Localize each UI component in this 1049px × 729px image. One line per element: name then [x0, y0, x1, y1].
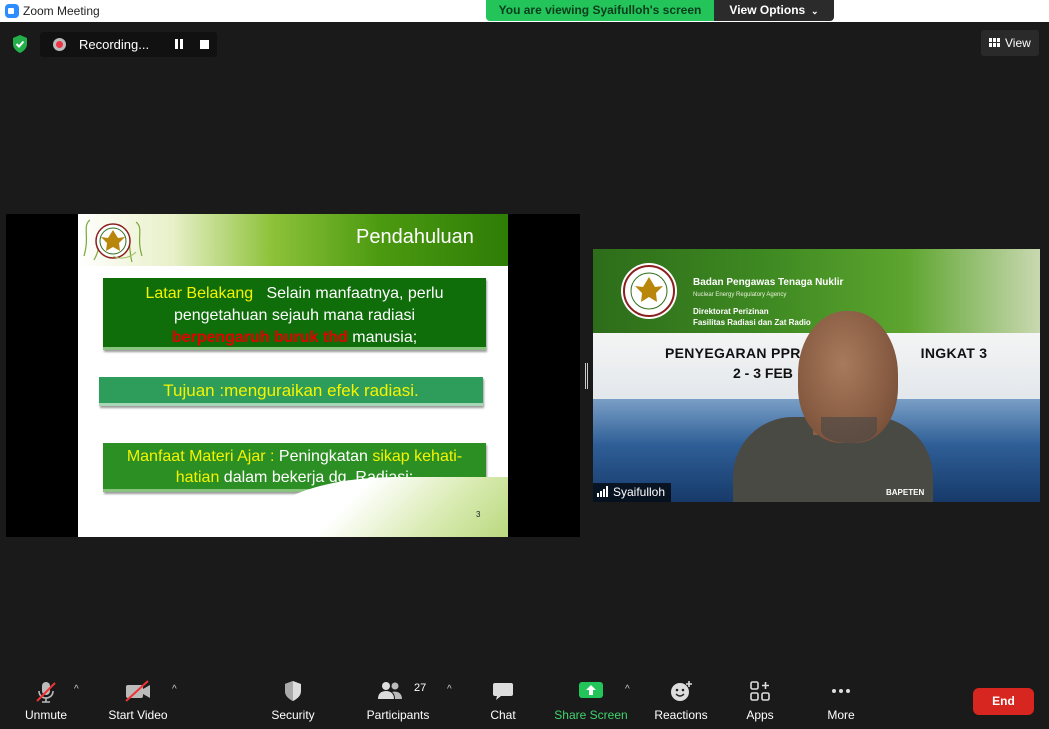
share-screen-label: Share Screen	[554, 708, 628, 722]
participant-video-tile[interactable]: Badan Pengawas Tenaga Nuklir Nuclear Ene…	[593, 249, 1040, 502]
reactions-button[interactable]: Reactions	[652, 670, 710, 729]
shirt-patch: BAPETEN	[886, 488, 925, 497]
manfaat-highlight-1: sikap kehati-	[372, 448, 463, 465]
stop-recording-icon[interactable]	[200, 40, 209, 49]
participants-label: Participants	[366, 708, 430, 722]
view-layout-button[interactable]: View	[981, 30, 1039, 56]
participants-button[interactable]: 27 Participants	[364, 670, 432, 729]
zoom-app-icon	[5, 4, 19, 18]
manfaat-label: Manfaat Materi Ajar	[126, 448, 266, 465]
security-shield-icon[interactable]	[11, 34, 29, 54]
chat-bubble-icon	[493, 683, 513, 700]
signal-strength-icon	[597, 486, 611, 497]
reactions-label: Reactions	[654, 708, 708, 722]
participants-icon	[378, 682, 402, 699]
share-screen-button[interactable]: Share Screen	[553, 670, 629, 729]
participants-options-caret-icon[interactable]: ^	[447, 684, 452, 695]
viewing-screen-banner: You are viewing Syaifulloh's screen	[486, 0, 714, 21]
presentation-slide: Pendahuluan Latar Belakang Selain manfaa…	[78, 214, 508, 537]
participant-beard	[821, 417, 877, 443]
bapeten-logo	[83, 219, 143, 263]
banner-org-name: Badan Pengawas Tenaga Nuklir	[693, 277, 844, 288]
security-button[interactable]: Security	[266, 670, 320, 729]
unmute-button[interactable]: Unmute	[18, 670, 74, 729]
reactions-smiley-icon	[671, 681, 692, 701]
slide-title: Pendahuluan	[356, 226, 474, 248]
unmute-label: Unmute	[24, 708, 68, 722]
end-meeting-button[interactable]: End	[973, 688, 1034, 715]
mic-muted-icon	[36, 682, 56, 703]
bapeten-emblem	[621, 263, 677, 319]
apps-button[interactable]: Apps	[740, 670, 780, 729]
banner-directorate: Direktorat Perizinan	[693, 307, 769, 316]
recording-dot-icon	[53, 38, 66, 51]
manfaat-highlight-2: hatian	[175, 469, 220, 486]
video-options-caret-icon[interactable]: ^	[172, 684, 177, 695]
view-options-button[interactable]: View Options ⌄	[714, 0, 834, 21]
apps-label: Apps	[746, 708, 774, 722]
chat-button[interactable]: Chat	[484, 670, 522, 729]
window-title: Zoom Meeting	[23, 4, 100, 18]
view-options-label: View Options	[729, 3, 806, 17]
security-shield-icon	[285, 681, 301, 701]
manfaat-separator: :	[270, 448, 275, 465]
banner-org-english: Nuclear Energy Regulatory Agency	[693, 292, 787, 298]
grid-view-icon	[989, 38, 1000, 47]
tujuan-text: menguraikan efek radiasi.	[224, 381, 419, 400]
manfaat-text: Peningkatan	[278, 448, 368, 465]
security-label: Security	[271, 708, 315, 722]
latar-belakang-box: Latar Belakang Selain manfaatnya, perlu …	[103, 278, 486, 350]
share-options-caret-icon[interactable]: ^	[625, 684, 630, 695]
share-screen-icon	[579, 682, 603, 698]
participants-count: 27	[414, 682, 427, 694]
audio-options-caret-icon[interactable]: ^	[74, 684, 79, 695]
chevron-down-icon: ⌄	[808, 6, 819, 16]
meeting-stage: Recording... View Pendahuluan Latar Bela…	[0, 22, 1049, 729]
video-off-icon	[125, 680, 150, 702]
latar-belakang-highlight: berpengaruh buruk thd	[171, 329, 348, 346]
recording-label: Recording...	[79, 37, 150, 52]
apps-icon	[750, 681, 770, 701]
tujuan-box: Tujuan :menguraikan efek radiasi.	[99, 377, 483, 406]
pause-recording-icon[interactable]	[174, 39, 184, 49]
meeting-toolbar: Unmute ^ Start Video ^ Security 27 Parti…	[0, 670, 1049, 729]
shared-screen[interactable]: Pendahuluan Latar Belakang Selain manfaa…	[6, 214, 580, 537]
start-video-label: Start Video	[108, 708, 168, 722]
more-label: More	[827, 708, 855, 722]
chat-label: Chat	[490, 708, 516, 722]
latar-belakang-text-end: manusia;	[352, 329, 418, 346]
banner-event-date: 2 - 3 FEB	[733, 365, 793, 381]
banner-facility: Fasilitas Radiasi dan Zat Radio	[693, 318, 811, 327]
splitter-handle[interactable]	[584, 363, 589, 389]
more-button[interactable]: More	[821, 670, 861, 729]
participant-name: Syaifulloh	[613, 485, 666, 499]
tujuan-label: Tujuan	[163, 381, 215, 400]
latar-belakang-label: Latar Belakang	[145, 285, 254, 302]
participant-name-tag: Syaifulloh	[593, 483, 672, 502]
more-dots-icon	[832, 689, 850, 693]
start-video-button[interactable]: Start Video	[104, 670, 172, 729]
recording-indicator: Recording...	[40, 32, 217, 57]
view-label: View	[1005, 36, 1031, 50]
slide-page-number: 3	[476, 510, 481, 519]
